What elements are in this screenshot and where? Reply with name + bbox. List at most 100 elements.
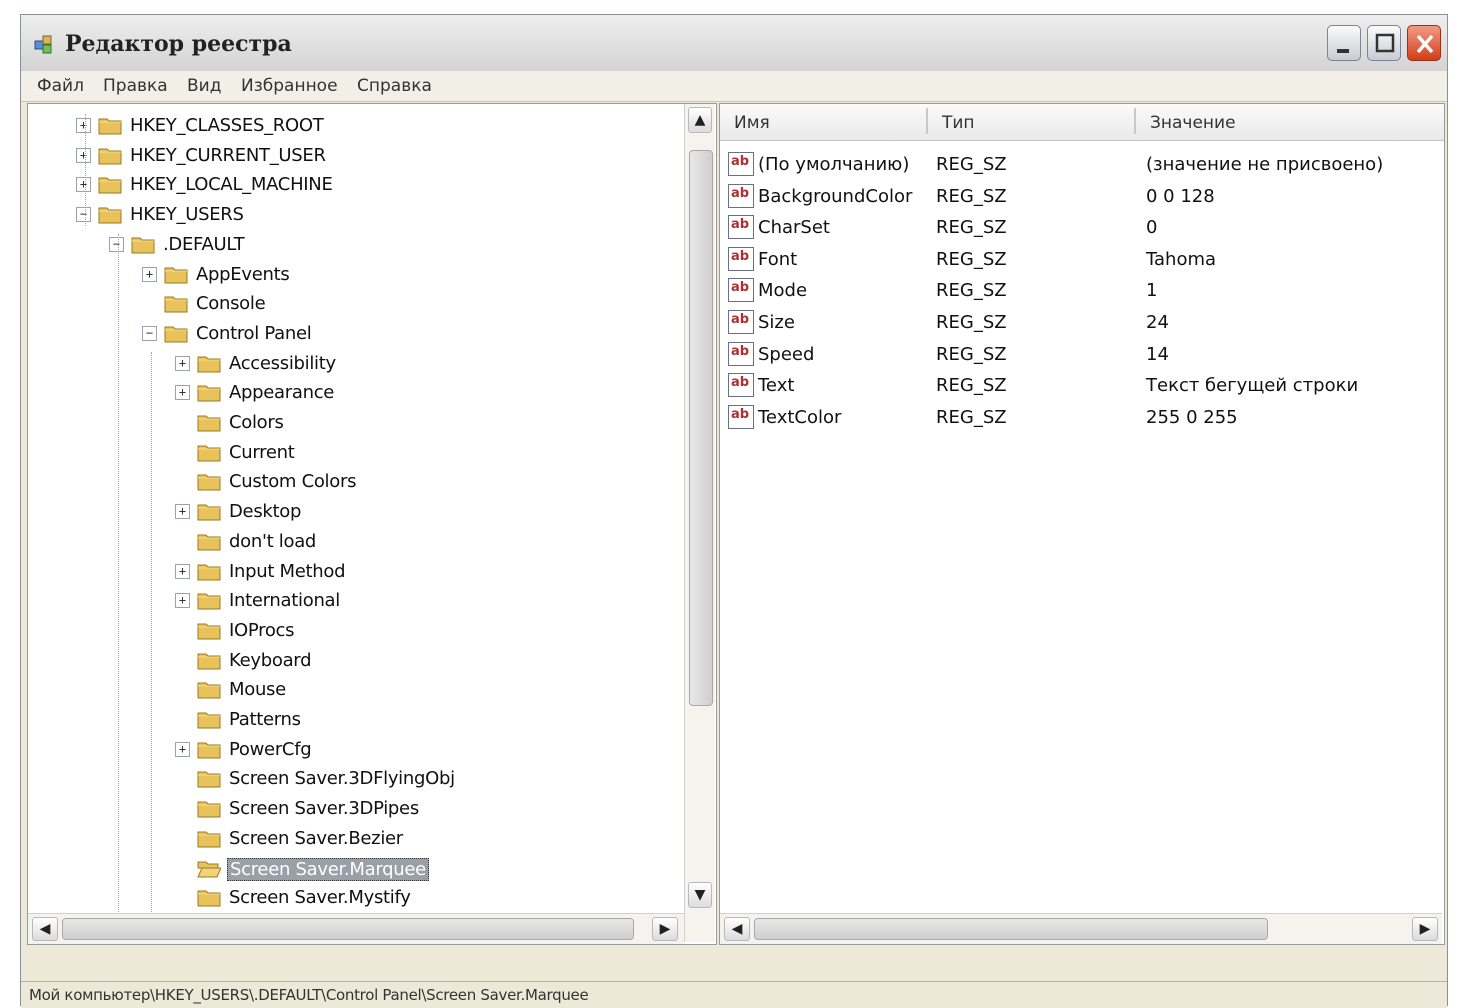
tree-item-label[interactable]: don't load [227, 531, 318, 552]
column-separator[interactable] [1134, 108, 1136, 134]
tree-item-label[interactable]: Colors [227, 412, 286, 433]
tree-item[interactable]: IOProcs [28, 617, 678, 645]
maximize-button[interactable] [1367, 25, 1401, 61]
tree-pane[interactable]: + HKEY_CLASSES_ROOT + HKEY_CURRENT_USER + HKE… [27, 103, 717, 945]
minimize-button[interactable] [1327, 25, 1361, 61]
scroll-left-button[interactable]: ◀ [32, 917, 58, 941]
menu-edit[interactable]: Правка [103, 76, 168, 96]
tree-item-label[interactable]: Desktop [227, 501, 303, 522]
tree-item[interactable]: Patterns [28, 706, 678, 734]
value-row[interactable]: ab CharSet REG_SZ 0 [728, 213, 1428, 243]
value-row[interactable]: ab (По умолчанию) REG_SZ (значение не присв… [728, 150, 1428, 180]
tree-item-label[interactable]: HKEY_LOCAL_MACHINE [128, 174, 335, 195]
tree-item[interactable]: don't load [28, 528, 678, 556]
scroll-left-button[interactable]: ◀ [724, 917, 750, 941]
tree-item-label[interactable]: Screen Saver.3DFlyingObj [227, 768, 457, 789]
tree-item[interactable]: − Control Panel [28, 320, 678, 348]
tree-item[interactable]: + Accessibility [28, 350, 678, 378]
values-hscroll-thumb[interactable] [754, 918, 1268, 940]
tree-item-label[interactable]: Custom Colors [227, 471, 358, 492]
scroll-right-button[interactable]: ▶ [652, 917, 678, 941]
expand-icon[interactable]: + [175, 741, 190, 757]
values-horizontal-scrollbar[interactable]: ◀ ▶ [720, 913, 1442, 944]
expand-icon[interactable]: + [76, 177, 91, 193]
tree-item-label[interactable]: Current [227, 442, 297, 463]
expand-icon[interactable]: + [142, 266, 157, 282]
tree-item[interactable]: Screen Saver.3DFlyingObj [28, 765, 678, 793]
expand-icon[interactable]: + [76, 147, 91, 163]
tree-item[interactable]: Console [28, 290, 678, 318]
tree-item-label[interactable]: IOProcs [227, 620, 296, 641]
tree-item[interactable]: Custom Colors [28, 468, 678, 496]
scroll-right-button[interactable]: ▶ [1412, 917, 1438, 941]
tree-item-label[interactable]: International [227, 590, 342, 611]
value-row[interactable]: ab Size REG_SZ 24 [728, 308, 1428, 338]
menu-view[interactable]: Вид [187, 76, 221, 96]
collapse-icon[interactable]: − [142, 325, 157, 341]
tree-item[interactable]: − HKEY_USERS [28, 201, 678, 229]
menu-favorites[interactable]: Избранное [241, 76, 338, 96]
menu-help[interactable]: Справка [357, 76, 432, 96]
column-separator[interactable] [926, 108, 928, 134]
tree-hscroll-thumb[interactable] [62, 918, 634, 940]
tree-item[interactable]: Mouse [28, 676, 678, 704]
tree-item[interactable]: Colors [28, 409, 678, 437]
tree-item[interactable]: + Appearance [28, 379, 678, 407]
tree-item-label[interactable]: Control Panel [194, 323, 313, 344]
expand-icon[interactable]: + [175, 355, 190, 371]
title-bar[interactable]: Редактор реестра [21, 15, 1447, 72]
tree-item[interactable]: − .DEFAULT [28, 231, 678, 259]
tree-item-label[interactable]: Accessibility [227, 353, 338, 374]
value-row[interactable]: ab Speed REG_SZ 14 [728, 340, 1428, 370]
tree-item[interactable]: Screen Saver.Bezier [28, 825, 678, 853]
tree-item-label[interactable]: Screen Saver.Mystify [227, 887, 413, 908]
tree-item[interactable]: Screen Saver.Mystify [28, 884, 678, 912]
tree-item-label[interactable]: HKEY_USERS [128, 204, 246, 225]
tree-item[interactable]: Screen Saver.Marquee [28, 855, 678, 883]
tree-item-label[interactable]: .DEFAULT [161, 234, 246, 255]
values-pane[interactable]: Имя Тип Значение ab (По умолчанию) REG_SZ(… [719, 103, 1445, 945]
tree-item-label[interactable]: AppEvents [194, 264, 291, 285]
close-button[interactable] [1407, 25, 1441, 61]
tree-item[interactable]: + AppEvents [28, 261, 678, 289]
tree-item[interactable]: + Input Method [28, 558, 678, 586]
column-type[interactable]: Тип [942, 113, 975, 133]
menu-file[interactable]: Файл [37, 76, 84, 96]
tree-item[interactable]: Keyboard [28, 647, 678, 675]
tree-item-label[interactable]: HKEY_CURRENT_USER [128, 145, 328, 166]
column-value[interactable]: Значение [1150, 113, 1236, 133]
tree-item[interactable]: + International [28, 587, 678, 615]
tree-item-label[interactable]: Screen Saver.Bezier [227, 828, 405, 849]
tree-scroll-thumb[interactable] [689, 150, 713, 706]
tree-item-label[interactable]: Appearance [227, 382, 336, 403]
tree-item-label[interactable]: Screen Saver.3DPipes [227, 798, 421, 819]
expand-icon[interactable]: + [76, 118, 91, 133]
scroll-up-button[interactable]: ▲ [688, 107, 712, 133]
tree-item-label[interactable]: HKEY_CLASSES_ROOT [128, 115, 325, 136]
tree-item-label[interactable]: PowerCfg [227, 739, 313, 760]
value-row[interactable]: ab BackgroundColor REG_SZ 0 0 128 [728, 182, 1428, 212]
tree-item[interactable]: + Desktop [28, 498, 678, 526]
value-row[interactable]: ab Font REG_SZ Tahoma [728, 245, 1428, 275]
tree-item[interactable]: + HKEY_LOCAL_MACHINE [28, 171, 678, 199]
tree-item[interactable]: Screen Saver.3DPipes [28, 795, 678, 823]
expand-icon[interactable]: + [175, 504, 190, 520]
tree-item-label[interactable]: Mouse [227, 679, 288, 700]
expand-icon[interactable]: + [175, 385, 190, 401]
tree-item-label[interactable]: Console [194, 293, 267, 314]
collapse-icon[interactable]: − [109, 236, 124, 252]
tree-horizontal-scrollbar[interactable]: ◀ ▶ [28, 913, 684, 944]
value-row[interactable]: ab TextColor REG_SZ 255 0 255 [728, 403, 1428, 433]
tree-item[interactable]: + PowerCfg [28, 736, 678, 764]
expand-icon[interactable]: + [175, 563, 190, 579]
expand-icon[interactable]: + [175, 593, 190, 609]
tree-item-label[interactable]: Input Method [227, 561, 347, 582]
scroll-down-button[interactable]: ▼ [688, 882, 712, 908]
tree-item[interactable]: + HKEY_CURRENT_USER [28, 142, 678, 170]
tree-item-label[interactable]: Patterns [227, 709, 303, 730]
tree-item-label[interactable]: Keyboard [227, 650, 313, 671]
tree-item[interactable]: + HKEY_CLASSES_ROOT [28, 112, 678, 140]
collapse-icon[interactable]: − [76, 207, 91, 223]
column-name[interactable]: Имя [734, 113, 770, 133]
value-row[interactable]: ab Text REG_SZ Текст бегущей строки [728, 371, 1428, 401]
